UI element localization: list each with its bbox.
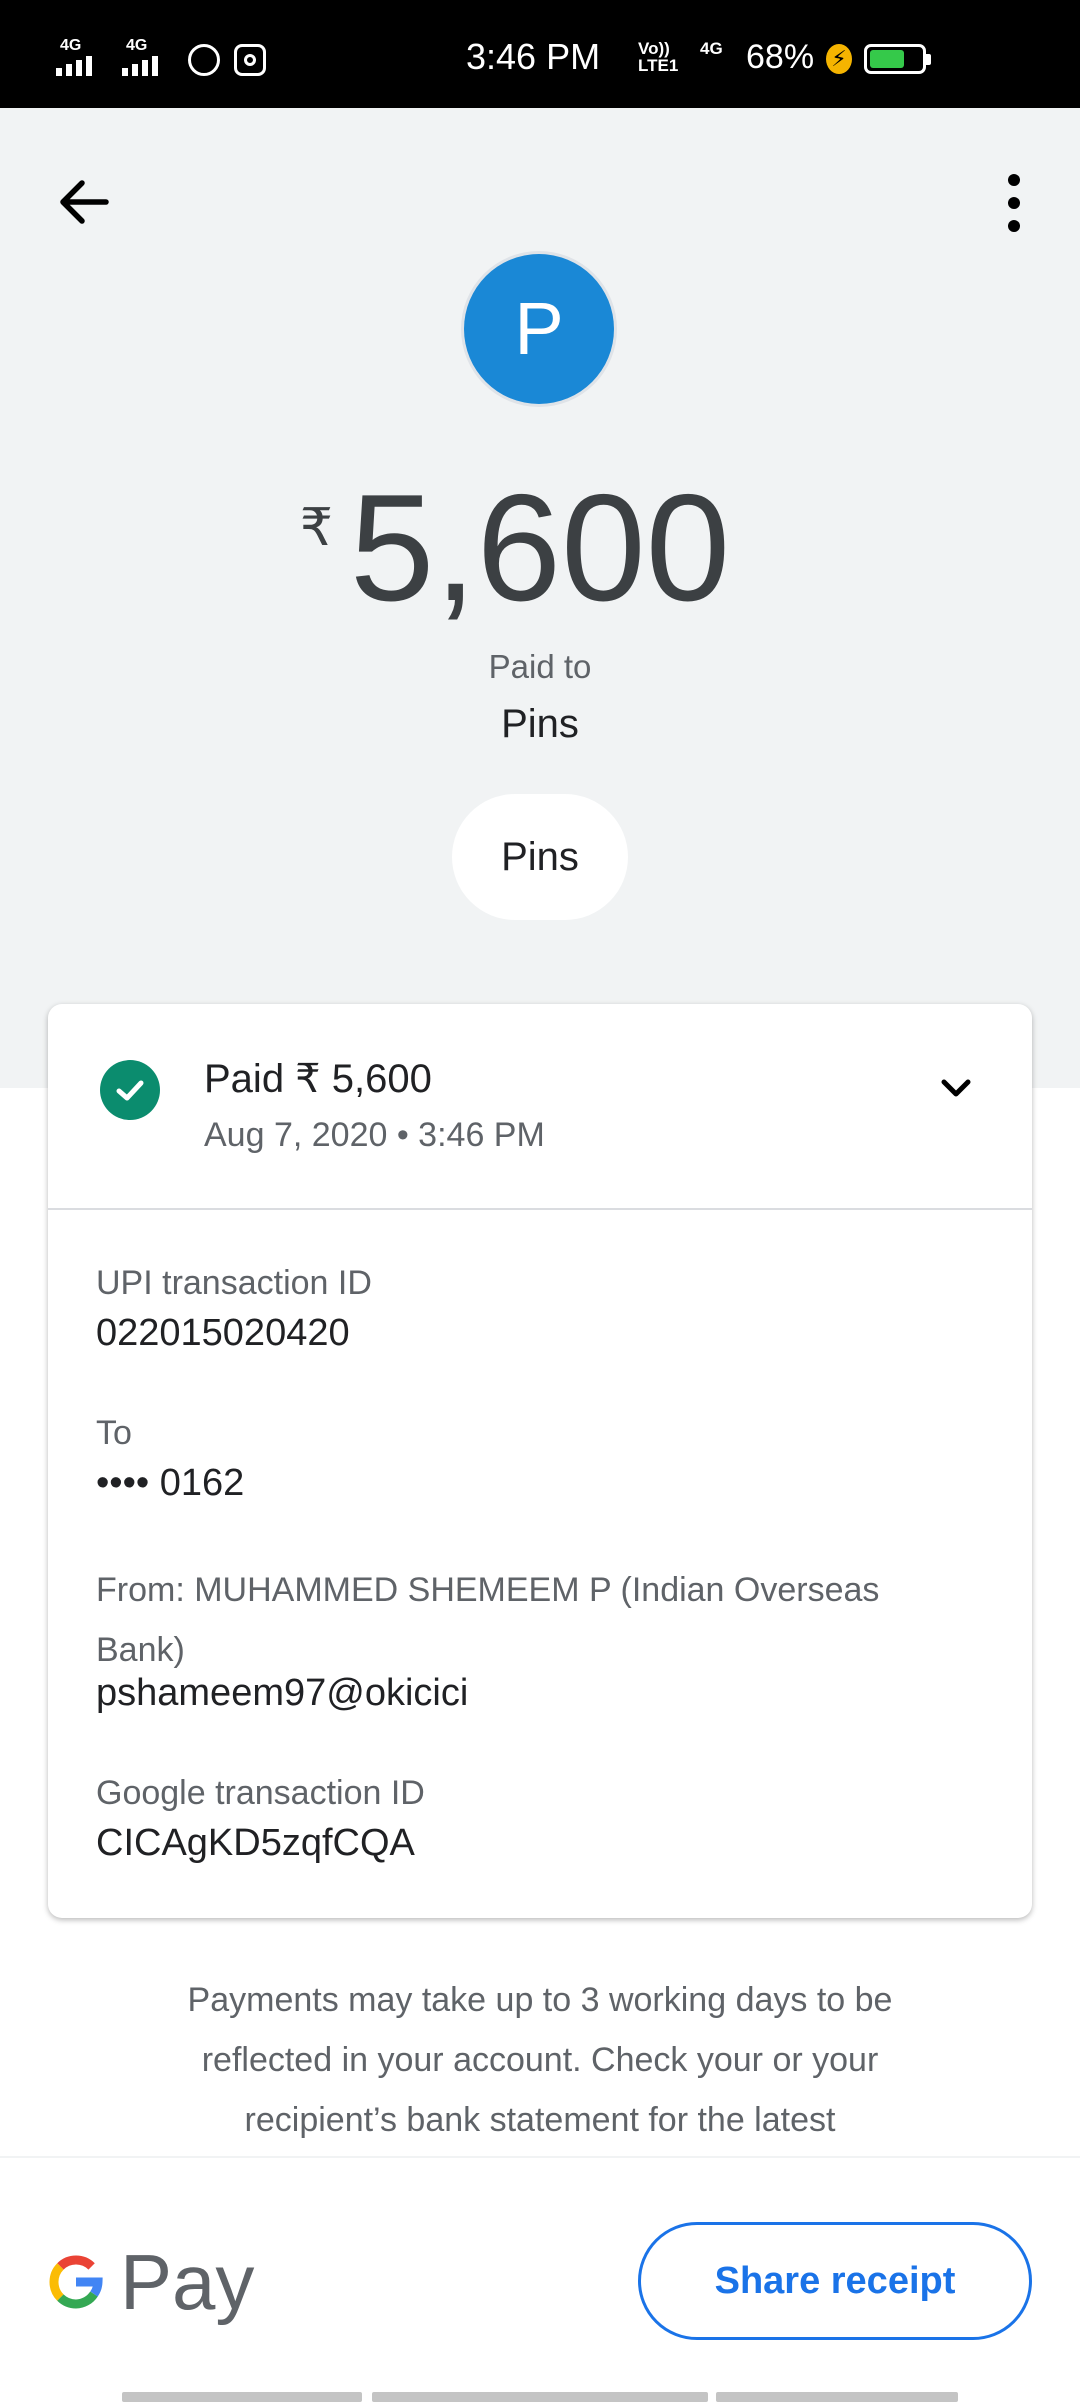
signal-icon-2: 4G [122,38,174,76]
amount-value: 5,600 [349,463,731,633]
upi-transaction-id-value[interactable]: 022015020420 [96,1312,350,1355]
share-receipt-button[interactable]: Share receipt [638,2222,1032,2340]
network-4g-indicator: 4G [700,39,723,58]
google-pay-logo: Pay [44,2242,254,2322]
from-upi-id-value[interactable]: pshameem97@okicici [96,1672,468,1715]
to-account-value: •••• 0162 [96,1462,245,1504]
battery-icon [864,44,931,74]
network-type-label-2: 4G [126,37,148,54]
transaction-details-card: Paid ₹ 5,600 Aug 7, 2020 • 3:46 PM UPI t… [48,1004,1032,1918]
pay-wordmark: Pay [120,2238,255,2326]
whatsapp-icon [188,44,220,76]
payee-name: Pins [501,702,579,746]
collapse-details-button[interactable] [924,1056,988,1120]
status-time: 3:46 PM [466,36,601,77]
more-options-button[interactable] [980,158,1036,248]
google-transaction-id-label: Google transaction ID [96,1774,425,1812]
to-label: To [96,1414,132,1452]
battery-fill [870,50,904,68]
amount-display: ₹5,600 [0,458,1080,638]
more-vertical-icon [1008,174,1020,232]
currency-symbol: ₹ [299,499,333,557]
google-g-icon [49,2255,103,2309]
payment-status-title: Paid ₹ 5,600 [204,1057,432,1101]
nav-handle-right [716,2392,958,2402]
arrow-left-icon [60,180,109,224]
processing-note: Payments may take up to 3 working days t… [187,1981,893,2139]
payee-chip[interactable]: Pins [452,794,628,920]
card-divider [48,1208,1032,1210]
signal-icon: 4G [56,38,108,76]
charging-icon: ⚡ [826,44,852,74]
paid-to-label: Paid to [488,648,592,685]
nav-handle-left [122,2392,362,2402]
google-transaction-id-value[interactable]: CICAgKD5zqfCQA [96,1822,415,1865]
from-label: From: MUHAMMED SHEMEEM P (Indian Oversea… [96,1571,880,1669]
amount-value-wrap: ₹5,600 [300,458,731,638]
back-button[interactable] [48,166,120,238]
check-circle-icon [100,1060,160,1120]
nav-handle-center [372,2392,708,2402]
avatar: P [464,254,614,404]
upi-transaction-id-label: UPI transaction ID [96,1264,372,1302]
chevron-down-icon [941,1079,971,1097]
status-left-icons: 4G 4G [56,38,266,76]
network-type-label: 4G [60,37,82,54]
bottom-action-bar: Pay Share receipt [0,2156,1080,2402]
payment-header: P ₹5,600 Paid to Pins Pins [0,108,1080,1088]
instagram-icon [234,44,266,76]
battery-percent: 68% [746,38,815,76]
payment-date: Aug 7, 2020 • 3:46 PM [204,1116,545,1154]
status-bar: 4G 4G 3:46 PM Vo)) LTE1 4G 68% ⚡ [0,0,1080,108]
volte-indicator: Vo)) LTE1 [638,39,679,75]
